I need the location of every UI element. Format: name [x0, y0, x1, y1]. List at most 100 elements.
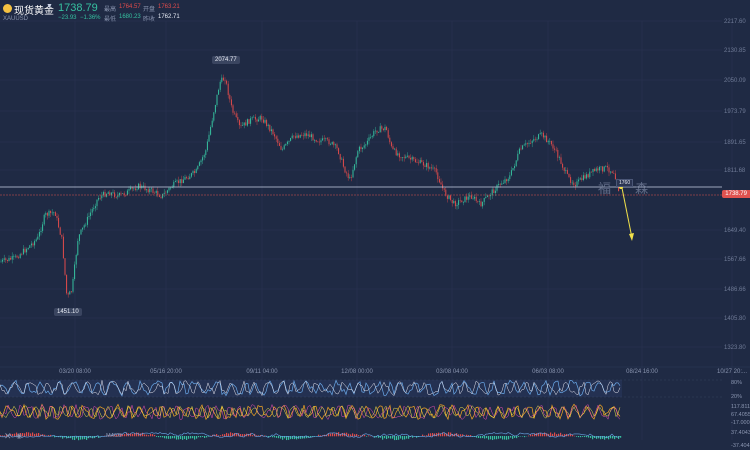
- macd-bar: [290, 436, 292, 440]
- candle-body: [6, 259, 8, 261]
- macd-bar: [602, 436, 604, 439]
- candle-body: [314, 140, 316, 141]
- candle-body: [358, 146, 360, 152]
- candle-body: [443, 188, 445, 190]
- candle-body: [94, 206, 96, 209]
- candle-body: [234, 112, 236, 114]
- candle-body: [230, 99, 232, 106]
- candle-body: [389, 137, 391, 143]
- candle-body: [315, 140, 317, 142]
- candle-body: [173, 181, 175, 187]
- macd-bar: [404, 436, 406, 440]
- candle-body: [192, 171, 194, 174]
- candle-body: [50, 210, 52, 213]
- candle-body: [602, 166, 604, 172]
- trend-arrow-head: [629, 233, 634, 241]
- candle-body: [365, 144, 367, 146]
- candle-body: [187, 178, 189, 180]
- candle-body: [354, 164, 356, 170]
- macd-bar: [590, 436, 592, 438]
- candle-body: [526, 143, 528, 144]
- candle-body: [162, 193, 164, 198]
- candle-body: [453, 201, 455, 204]
- candle-body: [344, 166, 346, 173]
- macd-bar: [408, 436, 410, 439]
- chart-grid: [0, 20, 750, 440]
- candle-body: [154, 192, 156, 194]
- macd-bar: [154, 434, 156, 437]
- macd-bar: [240, 434, 242, 437]
- macd-bar: [180, 436, 182, 440]
- candle-body: [590, 171, 592, 173]
- candle-body: [179, 179, 181, 184]
- macd-bar: [184, 436, 186, 440]
- macd-bar: [366, 436, 368, 437]
- candle-body: [334, 144, 336, 146]
- candle-body: [550, 140, 552, 145]
- candle-body: [539, 133, 541, 135]
- candle-body: [528, 143, 530, 144]
- candle-body: [107, 192, 109, 194]
- macd-bar: [588, 436, 590, 438]
- candle-body: [498, 183, 500, 185]
- candle-body: [160, 196, 162, 198]
- candle-body: [165, 192, 167, 194]
- rsi-band: [0, 380, 622, 397]
- price-axis-label: 1567.66: [724, 257, 746, 263]
- candle-body: [491, 189, 493, 196]
- close-icon[interactable]: ✕: [4, 431, 12, 442]
- candlestick-series: [0, 74, 620, 298]
- macd-bar: [482, 436, 484, 439]
- candle-body: [501, 183, 503, 185]
- candle-body: [318, 141, 320, 143]
- candle-body: [429, 167, 431, 169]
- price-axis-label: 2130.85: [724, 48, 746, 54]
- macd-bar: [578, 436, 580, 438]
- price-axis-label: 1811.68: [724, 168, 746, 174]
- price-chart[interactable]: 2217.60 2130.85 2050.09 1973.79 1891.65 1811.…: [0, 0, 750, 450]
- macd-bar: [506, 436, 508, 440]
- candle-body: [195, 169, 197, 173]
- candle-body: [613, 172, 615, 174]
- candle-body: [347, 173, 349, 178]
- candle-body: [186, 177, 188, 179]
- candle-body: [283, 145, 285, 150]
- candle-body: [349, 177, 351, 178]
- candle-body: [458, 200, 460, 205]
- candle-body: [106, 193, 108, 197]
- candle-body: [338, 148, 340, 155]
- candle-body: [189, 176, 191, 180]
- candle-body: [566, 170, 568, 174]
- candle-body: [253, 116, 255, 118]
- macd-bar: [550, 432, 552, 437]
- candle-body: [202, 157, 204, 161]
- candle-body: [328, 139, 330, 145]
- price-axis-label: 1486.66: [724, 287, 746, 293]
- candle-body: [312, 134, 314, 141]
- macd-bar: [466, 434, 468, 437]
- macd-bar: [206, 436, 208, 438]
- macd-bar: [172, 436, 174, 439]
- candle-body: [18, 257, 20, 259]
- macd-bar: [136, 432, 138, 437]
- candle-body: [530, 143, 532, 144]
- candle-body: [541, 132, 543, 134]
- candle-body: [421, 160, 423, 163]
- candle-body: [581, 178, 583, 181]
- macd-bar: [330, 433, 332, 437]
- macd-bar: [158, 436, 160, 438]
- macd-bar: [516, 436, 518, 439]
- candle-body: [126, 190, 128, 196]
- macd-bar: [406, 436, 408, 439]
- macd-bar: [478, 436, 480, 439]
- candle-body: [245, 122, 247, 126]
- macd-bar: [504, 436, 506, 440]
- macd-bar: [350, 434, 352, 437]
- macd-bar: [38, 432, 40, 437]
- macd-bar: [510, 436, 512, 438]
- candle-body: [536, 139, 538, 140]
- eye-icon[interactable]: ◉: [16, 432, 22, 440]
- time-axis-label: 12/08 00:00: [341, 369, 373, 375]
- candle-body: [294, 136, 296, 138]
- candle-body: [464, 196, 466, 203]
